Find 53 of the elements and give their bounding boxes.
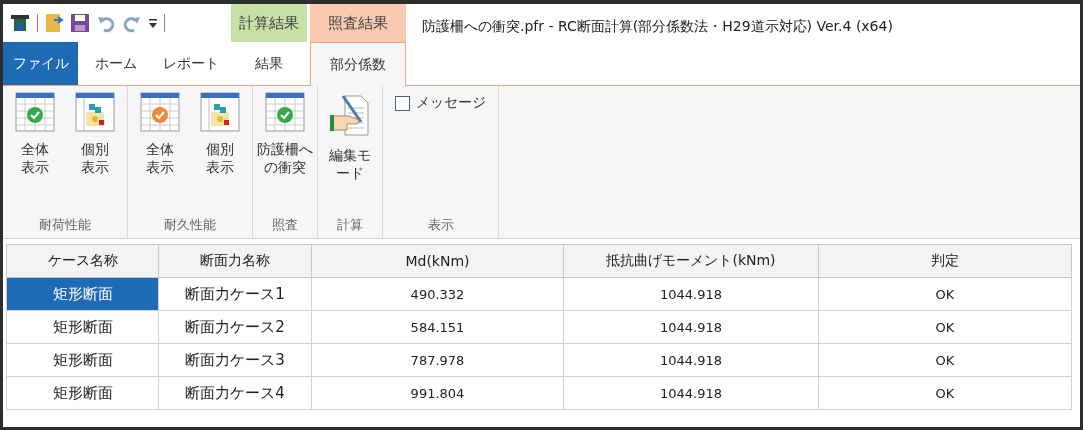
- checkbox-label: メッセージ: [416, 94, 486, 112]
- table-cell: 1044.918: [563, 310, 819, 344]
- column-header[interactable]: Md(kNm): [311, 244, 564, 278]
- column-header[interactable]: 判定: [818, 244, 1072, 278]
- table-cell: 1044.918: [563, 277, 819, 311]
- table-cell: 1044.918: [563, 376, 819, 410]
- detail-view-icon: [200, 92, 240, 132]
- table-cell: 991.804: [311, 376, 564, 410]
- app-logo-icon[interactable]: [9, 12, 31, 34]
- table-cell: 断面力ケース3: [158, 343, 312, 377]
- table-cell: 矩形断面: [6, 343, 159, 377]
- window-title: 防護柵への衝突.pfr - RC断面計算(部分係数法・H29道示対応) Ver.4 (x64): [422, 18, 894, 36]
- ribbon-button[interactable]: 編集モード: [324, 92, 376, 216]
- checkbox[interactable]: [395, 95, 410, 111]
- ribbon-button[interactable]: 防護柵への衝突: [259, 92, 311, 216]
- column-header[interactable]: 断面力名称: [158, 244, 312, 278]
- table-cell: 断面力ケース4: [158, 376, 312, 410]
- grid-check-icon: [140, 92, 180, 132]
- table-cell: 断面力ケース1: [158, 277, 312, 311]
- table-cell: 490.332: [311, 277, 564, 311]
- table-cell: 584.151: [311, 310, 564, 344]
- ribbon-tab[interactable]: 部分係数: [310, 42, 406, 86]
- group-label: 耐荷性能: [39, 216, 91, 234]
- group-label: 照査: [272, 216, 298, 234]
- ribbon-button[interactable]: 個別表示: [194, 92, 246, 216]
- table-cell: 矩形断面: [6, 376, 159, 410]
- context-tab-group: 計算結果: [231, 4, 307, 42]
- table-cell: 断面力ケース2: [158, 310, 312, 344]
- group-label: 計算: [337, 216, 363, 234]
- table-cell: 矩形断面: [6, 310, 159, 344]
- table-cell: 矩形断面: [6, 277, 159, 311]
- ribbon-button[interactable]: 個別表示: [69, 92, 121, 216]
- customize-dropdown-icon[interactable]: [148, 17, 158, 29]
- table-cell: OK: [818, 343, 1072, 377]
- context-tab-group: 照査結果: [310, 4, 406, 42]
- detail-view-icon: [75, 92, 115, 132]
- grid-check-icon: [265, 92, 305, 132]
- ribbon-tab[interactable]: ファイル: [3, 42, 78, 85]
- column-header[interactable]: 抵抗曲げモーメント(kNm): [563, 244, 819, 278]
- table-cell: 1044.918: [563, 343, 819, 377]
- ribbon-button[interactable]: 全体表示: [134, 92, 186, 216]
- table-cell: 787.978: [311, 343, 564, 377]
- group-label: 表示: [427, 216, 454, 234]
- ribbon-button[interactable]: 全体表示: [9, 92, 61, 216]
- table-cell: OK: [818, 376, 1072, 410]
- column-header[interactable]: ケース名称: [6, 244, 159, 278]
- table-cell: OK: [818, 310, 1072, 344]
- table-cell: OK: [818, 277, 1072, 311]
- hand-pen-icon: [329, 92, 371, 138]
- group-label: 耐久性能: [164, 216, 216, 234]
- open-folder-icon[interactable]: [44, 12, 64, 34]
- grid-check-icon: [15, 92, 55, 132]
- save-icon[interactable]: [70, 13, 90, 33]
